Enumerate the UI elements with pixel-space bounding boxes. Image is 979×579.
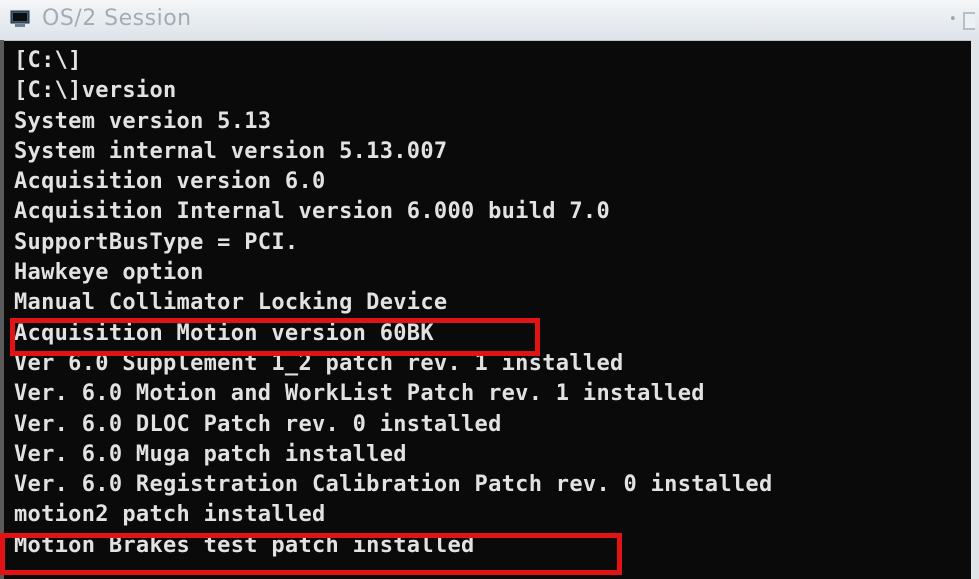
window-right-frame bbox=[971, 40, 979, 579]
console-line: Manual Collimator Locking Device bbox=[14, 290, 448, 316]
control-dot-icon: • bbox=[949, 12, 957, 27]
console-line: SupportBusType = PCI. bbox=[14, 229, 299, 255]
window-title: OS/2 Session bbox=[42, 6, 192, 31]
console-line: Acquisition version 6.0 bbox=[14, 169, 326, 195]
console-output[interactable]: [C:\] [C:\]version System version 5.13 S… bbox=[0, 40, 979, 579]
os2-session-window: OS/2 Session • [C:\] [C:\]version System… bbox=[0, 0, 979, 579]
console-line: Ver. 6.0 Registration Calibration Patch … bbox=[14, 472, 773, 498]
console-line: Acquisition Internal version 6.000 build… bbox=[14, 199, 610, 225]
console-line: [C:\]version bbox=[14, 78, 177, 104]
console-line: Ver. 6.0 Motion and WorkList Patch rev. … bbox=[14, 381, 705, 407]
os2-console-icon[interactable] bbox=[10, 10, 30, 28]
console-line: Hawkeye option bbox=[14, 260, 204, 286]
restore-icon bbox=[963, 12, 975, 30]
console-line: System internal version 5.13.007 bbox=[14, 138, 448, 164]
console-line: Ver. 6.0 DLOC Patch rev. 0 installed bbox=[14, 411, 502, 437]
highlight-box-motion-version bbox=[10, 318, 540, 356]
console-line: [C:\] bbox=[14, 48, 82, 73]
console-line: motion2 patch installed bbox=[14, 502, 326, 528]
title-bar[interactable]: OS/2 Session • bbox=[0, 0, 979, 41]
highlight-box-brakes-patch bbox=[0, 533, 622, 575]
window-control-button[interactable]: • bbox=[941, 10, 975, 32]
console-line: System version 5.13 bbox=[14, 108, 272, 134]
console-line: Ver. 6.0 Muga patch installed bbox=[14, 441, 407, 467]
